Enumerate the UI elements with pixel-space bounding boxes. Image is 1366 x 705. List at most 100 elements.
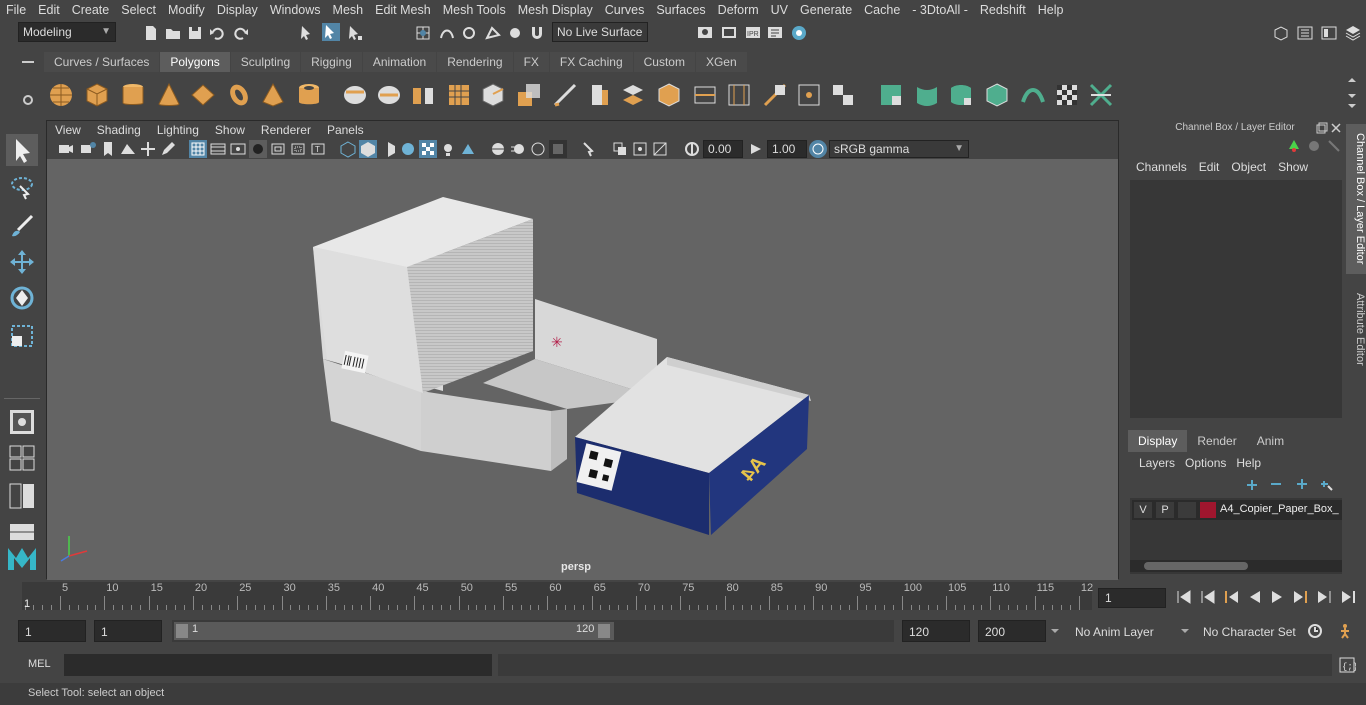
color-management-icon[interactable] — [809, 140, 827, 158]
scale-tool[interactable] — [6, 320, 38, 352]
append-icon[interactable] — [656, 82, 682, 108]
side-tab-attribute-editor[interactable]: Attribute Editor — [1346, 284, 1366, 374]
layer-visibility-toggle[interactable]: V — [1134, 502, 1152, 518]
camera-attributes-icon[interactable] — [79, 140, 97, 158]
ipr-render-icon[interactable]: IPR — [744, 24, 762, 42]
field-chart-icon[interactable] — [269, 140, 287, 158]
step-forward-frame-icon[interactable] — [1294, 591, 1307, 603]
menu-select[interactable]: Select — [115, 3, 162, 17]
layer-tab-anim[interactable]: Anim — [1246, 430, 1295, 452]
hypershade-icon[interactable] — [790, 24, 808, 42]
shelf-scroll[interactable] — [1346, 76, 1358, 112]
uv-cylindrical-icon[interactable] — [914, 82, 940, 108]
snap-view-plane-icon[interactable] — [484, 24, 502, 42]
shelf-menu-icon[interactable] — [20, 56, 36, 68]
channel-box-toggle-icon[interactable] — [1344, 24, 1362, 42]
motion-blur-icon[interactable] — [509, 140, 527, 158]
select-component-icon[interactable] — [346, 24, 364, 42]
live-surface-field[interactable]: No Live Surface — [552, 22, 648, 42]
move-layer-down-icon[interactable] — [1268, 476, 1284, 492]
shelf-tab-polygons[interactable]: Polygons — [160, 52, 230, 72]
image-plane-icon[interactable] — [119, 140, 137, 158]
uv-planar-icon[interactable] — [878, 82, 904, 108]
shelf-tab-custom[interactable]: Custom — [633, 52, 695, 72]
mode-selector[interactable]: Modeling ▼ — [18, 22, 116, 42]
gate-mask-icon[interactable] — [249, 140, 267, 158]
bevel-icon[interactable] — [586, 82, 612, 108]
grease-pencil-icon[interactable] — [159, 140, 177, 158]
modeling-toolkit-icon[interactable] — [1272, 24, 1290, 42]
paint-select-tool[interactable] — [6, 210, 38, 242]
exposure-icon[interactable] — [683, 140, 701, 158]
depth-of-field-icon[interactable] — [549, 140, 567, 158]
channel-menu-edit[interactable]: Edit — [1193, 160, 1226, 174]
chevron-down-icon[interactable] — [1050, 626, 1060, 636]
shelf-tab-rigging[interactable]: Rigging — [301, 52, 362, 72]
menu-help[interactable]: Help — [1032, 3, 1070, 17]
combine-icon[interactable] — [342, 82, 368, 108]
animation-start-field[interactable]: 1 — [18, 620, 86, 642]
exposure-field[interactable]: 0.00 — [703, 140, 743, 158]
go-to-start-icon[interactable] — [1177, 590, 1191, 604]
menu-curves[interactable]: Curves — [599, 3, 651, 17]
range-start-handle[interactable] — [176, 624, 188, 638]
undo-icon[interactable] — [208, 24, 226, 42]
poly-pipe-icon[interactable] — [296, 82, 322, 108]
layer-color-swatch[interactable] — [1200, 502, 1216, 518]
shelf-tab-fx[interactable]: FX — [513, 52, 549, 72]
open-scene-icon[interactable] — [164, 24, 182, 42]
script-editor-icon[interactable]: {;} — [1338, 656, 1356, 674]
reduce-icon[interactable] — [480, 82, 506, 108]
lasso-tool[interactable] — [6, 172, 38, 204]
new-scene-icon[interactable] — [142, 24, 160, 42]
gamma-icon[interactable] — [747, 140, 765, 158]
layer-horizontal-scrollbar[interactable] — [1130, 560, 1342, 572]
menu-uv[interactable]: UV — [765, 3, 794, 17]
menu-mesh-tools[interactable]: Mesh Tools — [437, 3, 512, 17]
menu-deform[interactable]: Deform — [712, 3, 765, 17]
snap-curve-icon[interactable] — [438, 24, 456, 42]
snap-point-icon[interactable] — [460, 24, 478, 42]
chevron-down-icon[interactable] — [1180, 626, 1190, 636]
textured-icon[interactable] — [419, 140, 437, 158]
xray-icon[interactable] — [611, 140, 629, 158]
layer-menu-help[interactable]: Help — [1231, 456, 1266, 470]
bookmark-icon[interactable] — [99, 140, 117, 158]
move-layer-up-icon[interactable] — [1244, 476, 1260, 492]
menu-modify[interactable]: Modify — [162, 3, 211, 17]
menu-display[interactable]: Display — [211, 3, 264, 17]
poly-cube-icon[interactable] — [84, 82, 110, 108]
shelf-settings-gear-icon[interactable] — [20, 92, 36, 108]
vp-menu-view[interactable]: View — [47, 123, 89, 137]
menu-file[interactable]: File — [0, 3, 32, 17]
screen-space-ao-icon[interactable] — [489, 140, 507, 158]
quad-draw-icon[interactable] — [830, 82, 856, 108]
poly-cylinder-icon[interactable] — [120, 82, 146, 108]
menu-mesh-display[interactable]: Mesh Display — [512, 3, 599, 17]
channel-clear-icon[interactable] — [1326, 138, 1342, 154]
layer-display-type[interactable] — [1178, 502, 1196, 518]
film-gate-icon[interactable] — [209, 140, 227, 158]
layer-menu-layers[interactable]: Layers — [1134, 456, 1180, 470]
select-object-icon[interactable] — [322, 23, 340, 41]
two-pane-layout[interactable] — [6, 480, 38, 512]
select-hierarchy-icon[interactable] — [298, 24, 316, 42]
poly-pyramid-icon[interactable] — [260, 82, 286, 108]
shelf-tab-xgen[interactable]: XGen — [695, 52, 747, 72]
play-backwards-icon[interactable] — [1250, 591, 1260, 603]
render-settings-icon[interactable] — [766, 24, 784, 42]
key-icon[interactable] — [1286, 138, 1302, 154]
multi-cut-icon[interactable] — [552, 82, 578, 108]
select-tool[interactable] — [6, 134, 38, 166]
menu-edit-mesh[interactable]: Edit Mesh — [369, 3, 437, 17]
shelf-tab-animation[interactable]: Animation — [362, 52, 437, 72]
layer-menu-options[interactable]: Options — [1180, 456, 1231, 470]
move-tool[interactable] — [6, 246, 38, 278]
3d-scene[interactable]: ✳ A4 persp — [47, 159, 1118, 580]
menu-cache[interactable]: Cache — [858, 3, 906, 17]
step-forward-key-icon[interactable] — [1318, 591, 1331, 603]
camera-icon[interactable] — [57, 140, 75, 158]
layer-playback-toggle[interactable]: P — [1156, 502, 1174, 518]
xray-joints-icon[interactable] — [631, 140, 649, 158]
range-slider[interactable]: 1 120 — [172, 620, 894, 642]
